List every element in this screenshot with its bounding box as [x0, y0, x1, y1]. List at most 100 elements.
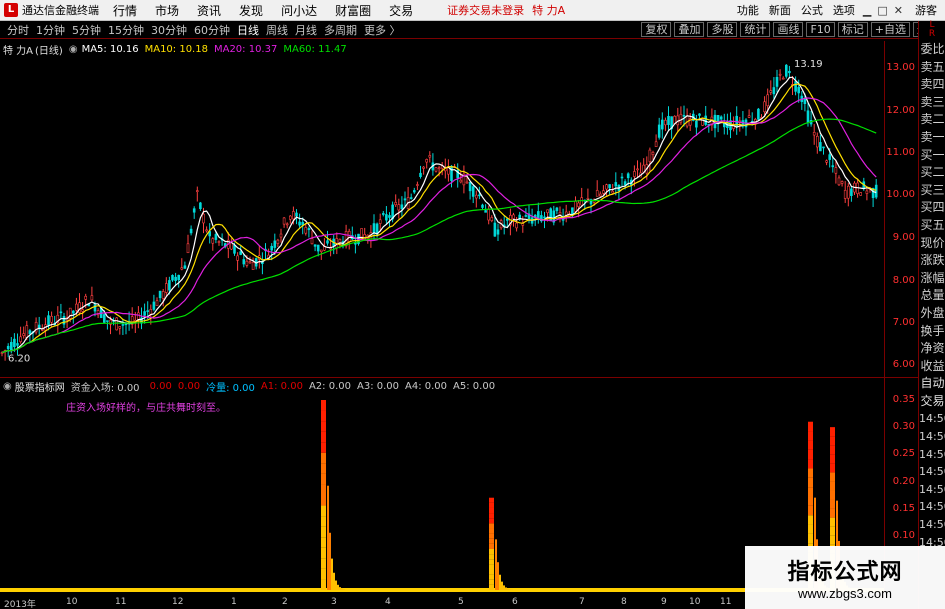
- guest-user[interactable]: 游客: [915, 2, 937, 18]
- candle-body: [493, 222, 497, 237]
- period-multi[interactable]: 多周期: [324, 22, 357, 38]
- indicator-tick: 0.10: [892, 530, 915, 541]
- add-favorite-button[interactable]: +自选: [870, 22, 910, 37]
- sidebar-corner[interactable]: LR: [918, 21, 945, 41]
- menu-quotes[interactable]: 行情: [113, 2, 137, 19]
- menu-new-layout[interactable]: 新面: [769, 2, 791, 18]
- app-title: 通达信金融终端: [22, 4, 99, 17]
- sidebar-item[interactable]: 现价: [919, 235, 945, 253]
- sidebar-item[interactable]: 14:50: [919, 463, 945, 481]
- fund-entry-spike: [808, 421, 813, 432]
- menu-market[interactable]: 市场: [155, 2, 179, 19]
- maximize-icon[interactable]: □: [877, 4, 887, 17]
- candle-body: [803, 98, 807, 105]
- mark-button[interactable]: 标记: [837, 22, 868, 37]
- candle-body: [313, 244, 317, 247]
- sidebar-item[interactable]: 外盘: [919, 305, 945, 323]
- candle-body: [840, 181, 844, 184]
- trade-login-status[interactable]: 证券交易未登录: [447, 2, 524, 18]
- period-15min[interactable]: 15分钟: [108, 22, 144, 38]
- period-30min[interactable]: 30分钟: [151, 22, 187, 38]
- sidebar-item[interactable]: 收益: [919, 358, 945, 376]
- fund-entry-spike: [321, 516, 326, 527]
- fund-entry-spike: [321, 421, 326, 432]
- fund-entry-spike-tail: [343, 589, 345, 590]
- candle-body: [620, 176, 624, 179]
- close-icon[interactable]: ✕: [894, 4, 903, 17]
- candle-body: [471, 186, 475, 197]
- candlestick-chart[interactable]: 13.19 6.20: [0, 41, 918, 377]
- period-60min[interactable]: 60分钟: [194, 22, 230, 38]
- time-tick: 10: [66, 597, 78, 607]
- candle-body: [115, 317, 118, 331]
- stats-button[interactable]: 统计: [740, 22, 771, 37]
- menu-functions[interactable]: 功能: [737, 2, 759, 18]
- sidebar-item[interactable]: 14:50: [919, 516, 945, 534]
- sidebar-item[interactable]: 买一: [919, 147, 945, 165]
- sidebar-item[interactable]: 卖三: [919, 94, 945, 112]
- period-daily[interactable]: 日线: [237, 22, 259, 38]
- adjust-button[interactable]: 复权: [641, 22, 672, 37]
- fund-entry-spike-tail: [337, 584, 339, 590]
- period-timeshare[interactable]: 分时: [7, 22, 29, 38]
- price-tick: 6.00: [892, 359, 915, 370]
- menu-ask[interactable]: 问小达: [281, 2, 317, 19]
- time-tick: 11: [115, 597, 127, 607]
- sidebar-item[interactable]: 14:50: [919, 446, 945, 464]
- sidebar-item[interactable]: 卖一: [919, 129, 945, 147]
- candle-body: [515, 222, 518, 229]
- draw-line-button[interactable]: 画线: [773, 22, 804, 37]
- sidebar-item[interactable]: 买三: [919, 182, 945, 200]
- sidebar-item[interactable]: 14:50: [919, 498, 945, 516]
- candle-body: [186, 243, 190, 254]
- fund-entry-spike: [489, 533, 494, 539]
- sidebar-item[interactable]: 总量: [919, 287, 945, 305]
- candle-body: [233, 244, 236, 254]
- f10-button[interactable]: F10: [806, 22, 835, 37]
- multi-stock-button[interactable]: 多股: [707, 22, 738, 37]
- overlay-button[interactable]: 叠加: [674, 22, 705, 37]
- sidebar-item[interactable]: 自动: [919, 375, 945, 393]
- candle-body: [199, 202, 202, 209]
- sidebar-item[interactable]: 委比: [919, 41, 945, 59]
- period-1min[interactable]: 1分钟: [36, 22, 65, 38]
- candle-body: [580, 197, 584, 206]
- sidebar-item[interactable]: 涨跌: [919, 252, 945, 270]
- indicator-tick: 0.20: [892, 476, 915, 487]
- minimize-icon[interactable]: ▁: [863, 4, 871, 17]
- sidebar-item[interactable]: 买五: [919, 217, 945, 235]
- fund-entry-spike: [808, 524, 813, 534]
- candle-body: [846, 185, 850, 199]
- sidebar-item[interactable]: 卖四: [919, 76, 945, 94]
- candle-body: [512, 214, 515, 219]
- candle-body: [59, 311, 63, 314]
- fund-entry-spike-tail: [509, 589, 511, 590]
- sidebar-item[interactable]: 卖二: [919, 111, 945, 129]
- period-5min[interactable]: 5分钟: [72, 22, 101, 38]
- menu-news[interactable]: 资讯: [197, 2, 221, 19]
- sidebar-item[interactable]: 涨幅: [919, 270, 945, 288]
- menu-formula[interactable]: 公式: [801, 2, 823, 18]
- menu-wealth[interactable]: 财富圈: [335, 2, 371, 19]
- menu-options[interactable]: 选项: [833, 2, 855, 18]
- sidebar-item[interactable]: 交易: [919, 393, 945, 411]
- menu-discover[interactable]: 发现: [239, 2, 263, 19]
- sidebar-item[interactable]: 卖五: [919, 59, 945, 77]
- sidebar-item[interactable]: 净资: [919, 340, 945, 358]
- period-monthly[interactable]: 月线: [295, 22, 317, 38]
- sidebar-item[interactable]: 14:50: [919, 481, 945, 499]
- sidebar-item[interactable]: 14:50: [919, 428, 945, 446]
- period-more[interactable]: 更多 〉: [364, 22, 401, 38]
- candle-body: [118, 326, 122, 329]
- candle-body: [285, 223, 289, 226]
- sidebar-item[interactable]: 买二: [919, 164, 945, 182]
- period-weekly[interactable]: 周线: [266, 22, 288, 38]
- menu-trade[interactable]: 交易: [389, 2, 413, 19]
- fund-entry-spike: [321, 526, 326, 538]
- candle-body: [304, 227, 308, 234]
- candle-body: [416, 184, 419, 186]
- sidebar-item[interactable]: 换手: [919, 323, 945, 341]
- fund-entry-spike: [808, 496, 813, 506]
- sidebar-item[interactable]: 买四: [919, 199, 945, 217]
- sidebar-item[interactable]: 14:50: [919, 410, 945, 428]
